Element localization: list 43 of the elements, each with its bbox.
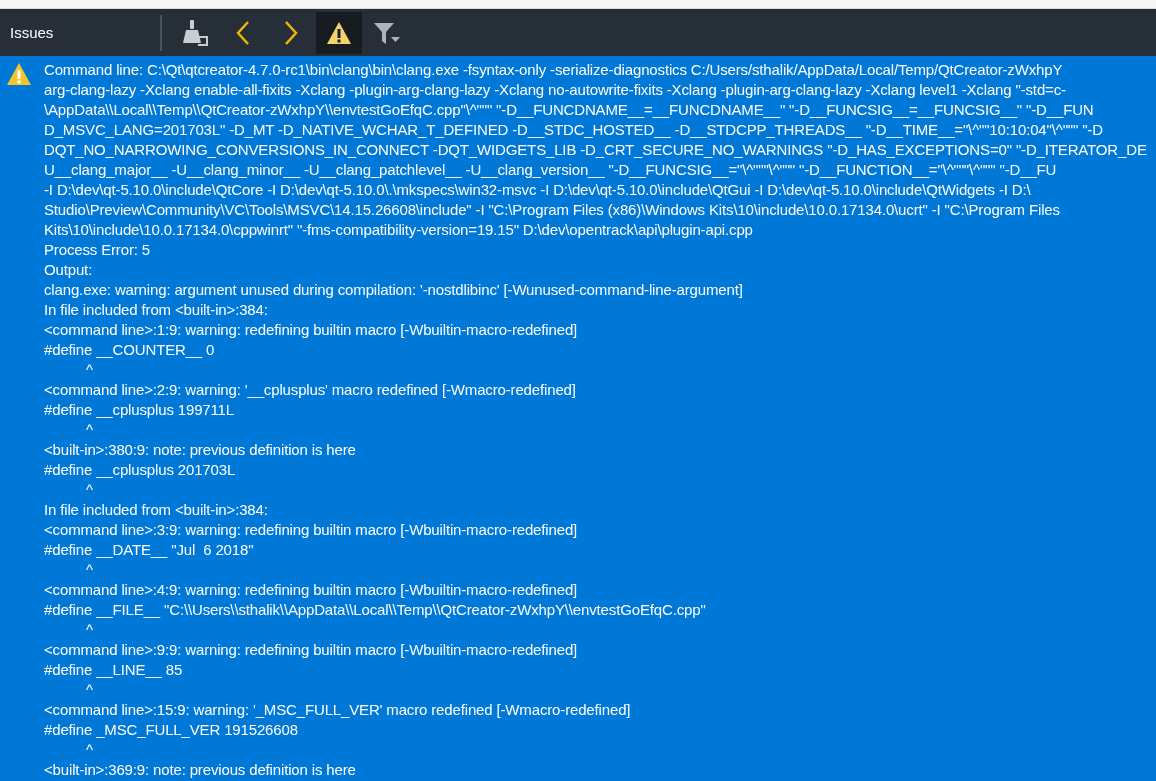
output-line: Studio\Preview\Community\VC\Tools\MSVC\14.15.26608\include" -I "C:\Program Files (x86)\Windows Kits\10\include\10.0.17134.0\ucrt" -I "C:\Program Files (44, 201, 1060, 218)
warning-button[interactable] (316, 11, 362, 54)
output-line: <command line>:1:9: warning: redefining builtin macro [-Wbuiltin-macro-redefined] (44, 321, 578, 338)
panel-title: Issues (9, 24, 55, 41)
output-line: Process Error: 5 (44, 241, 150, 258)
output-line: <command line>:15:9: warning: '_MSC_FULL_VER' macro redefined [-Wmacro-redefined] (44, 701, 631, 718)
chevron-right-icon (283, 19, 299, 46)
output-line: #define _MSC_FULL_VER 191526608 (44, 721, 298, 738)
output-line: In file included from <built-in>:384: (44, 501, 268, 518)
output-line: arg-clang-lazy -Xclang enable-all-fixits -Xclang -plugin-arg-clang-lazy -Xclang no-autowrite-fixits -Xclang -plugin-arg-clang-lazy -Xclang level1 -Xclang "-std=c- (44, 81, 1066, 98)
output-line: <built-in>:369:9: note: previous definition is here (44, 761, 356, 778)
caret-marker: ^ (86, 421, 93, 438)
output-line: Kits\10\include\10.0.17134.0\cppwinrt" "-fms-compatibility-version=19.15" D:\dev\opentrack\api\plugin-api.cpp (44, 221, 753, 238)
output-line: #define __DATE__ "Jul 6 2018" (44, 541, 254, 558)
output-line: <command line>:9:9: warning: redefining builtin macro [-Wbuiltin-macro-redefined] (44, 641, 578, 658)
caret-marker: ^ (86, 561, 93, 578)
chevron-left-icon (235, 19, 251, 46)
output-line: clang.exe: warning: argument unused during compilation: '-nostdlibinc' [-Wunused-command-line-argument] (44, 281, 743, 298)
output-line: #define __COUNTER__ 0 (44, 341, 215, 358)
output-line: <command line>:3:9: warning: redefining builtin macro [-Wbuiltin-macro-redefined] (44, 521, 578, 538)
warning-icon (6, 62, 32, 86)
output-line: <command line>:2:9: warning: '__cplusplus' macro redefined [-Wmacro-redefined] (44, 381, 576, 398)
broom-icon (180, 18, 210, 47)
caret-marker: ^ (86, 681, 93, 698)
output-line: \AppData\\Local\\Temp\\QtCreator-zWxhpY\\envtestGoEfqC.cpp"\^""" "-D__FUNCDNAME__=__FUNCDNAME__" "-D__FUNCSIG__=__FUNCSIG__" "-D__FUN (44, 101, 1094, 118)
output-line: D_MSVC_LANG=201703L" -D_MT -D_NATIVE_WCHAR_T_DEFINED -D__STDC_HOSTED__ -D__STDCPP_THREADS__ "-D__TIME__="\^""10:10:04"\^""" "-D (44, 121, 1103, 138)
output-line: <built-in>:380:9: note: previous definition is here (44, 441, 356, 458)
output-line: Command line: C:\Qt\qtcreator-4.7.0-rc1\bin\clang\bin\clang.exe -fsyntax-only -serialize-diagnostics C:/Users/sthalik/AppData/Local/Temp/QtCreator-zWxhpY (44, 61, 1063, 78)
output-line: U__clang_major__ -U__clang_minor__ -U__clang_patchlevel__ -U__clang_version__ "-D__FUNCSIG__="\^"""\^""" "-D__FUNCTION__="\^"""\^""" "-D__FU (44, 161, 1057, 178)
output-line: In file included from <built-in>:384: (44, 301, 268, 318)
caret-marker: ^ (86, 361, 93, 378)
output-line: <command line>:4:9: warning: redefining builtin macro [-Wbuiltin-macro-redefined] (44, 581, 578, 598)
output-line: #define __LINE__ 85 (44, 661, 183, 678)
output-line: #define __cplusplus 201703L (44, 461, 236, 478)
output-line: DQT_NO_NARROWING_CONVERSIONS_IN_CONNECT -DQT_WIDGETS_LIB -D_CRT_SECURE_NO_WARNINGS "-D_HAS_EXCEPTIONS=0" "-D_ITERATOR_DE (44, 141, 1147, 158)
warning-icon (326, 20, 352, 45)
output-line: #define __FILE__ "C:\\Users\\sthalik\\AppData\\Local\\Temp\\QtCreator-zWxhpY\\envtestGoEfqC.cpp" (44, 601, 706, 618)
caret-marker: ^ (86, 481, 93, 498)
output-line: Output: (44, 261, 93, 278)
output-line: -I D:\dev\qt-5.10.0\include\QtCore -I D:\dev\qt-5.10.0\.\mkspecs\win32-msvc -I D:\dev\qt-5.10.0\include\QtGui -I D:\dev\qt-5.10.0\include\QtWidgets -I D:\ (44, 181, 1031, 198)
caret-marker: ^ (86, 741, 93, 758)
output-line: #define __cplusplus 199711L (44, 401, 234, 418)
caret-marker: ^ (86, 621, 93, 638)
